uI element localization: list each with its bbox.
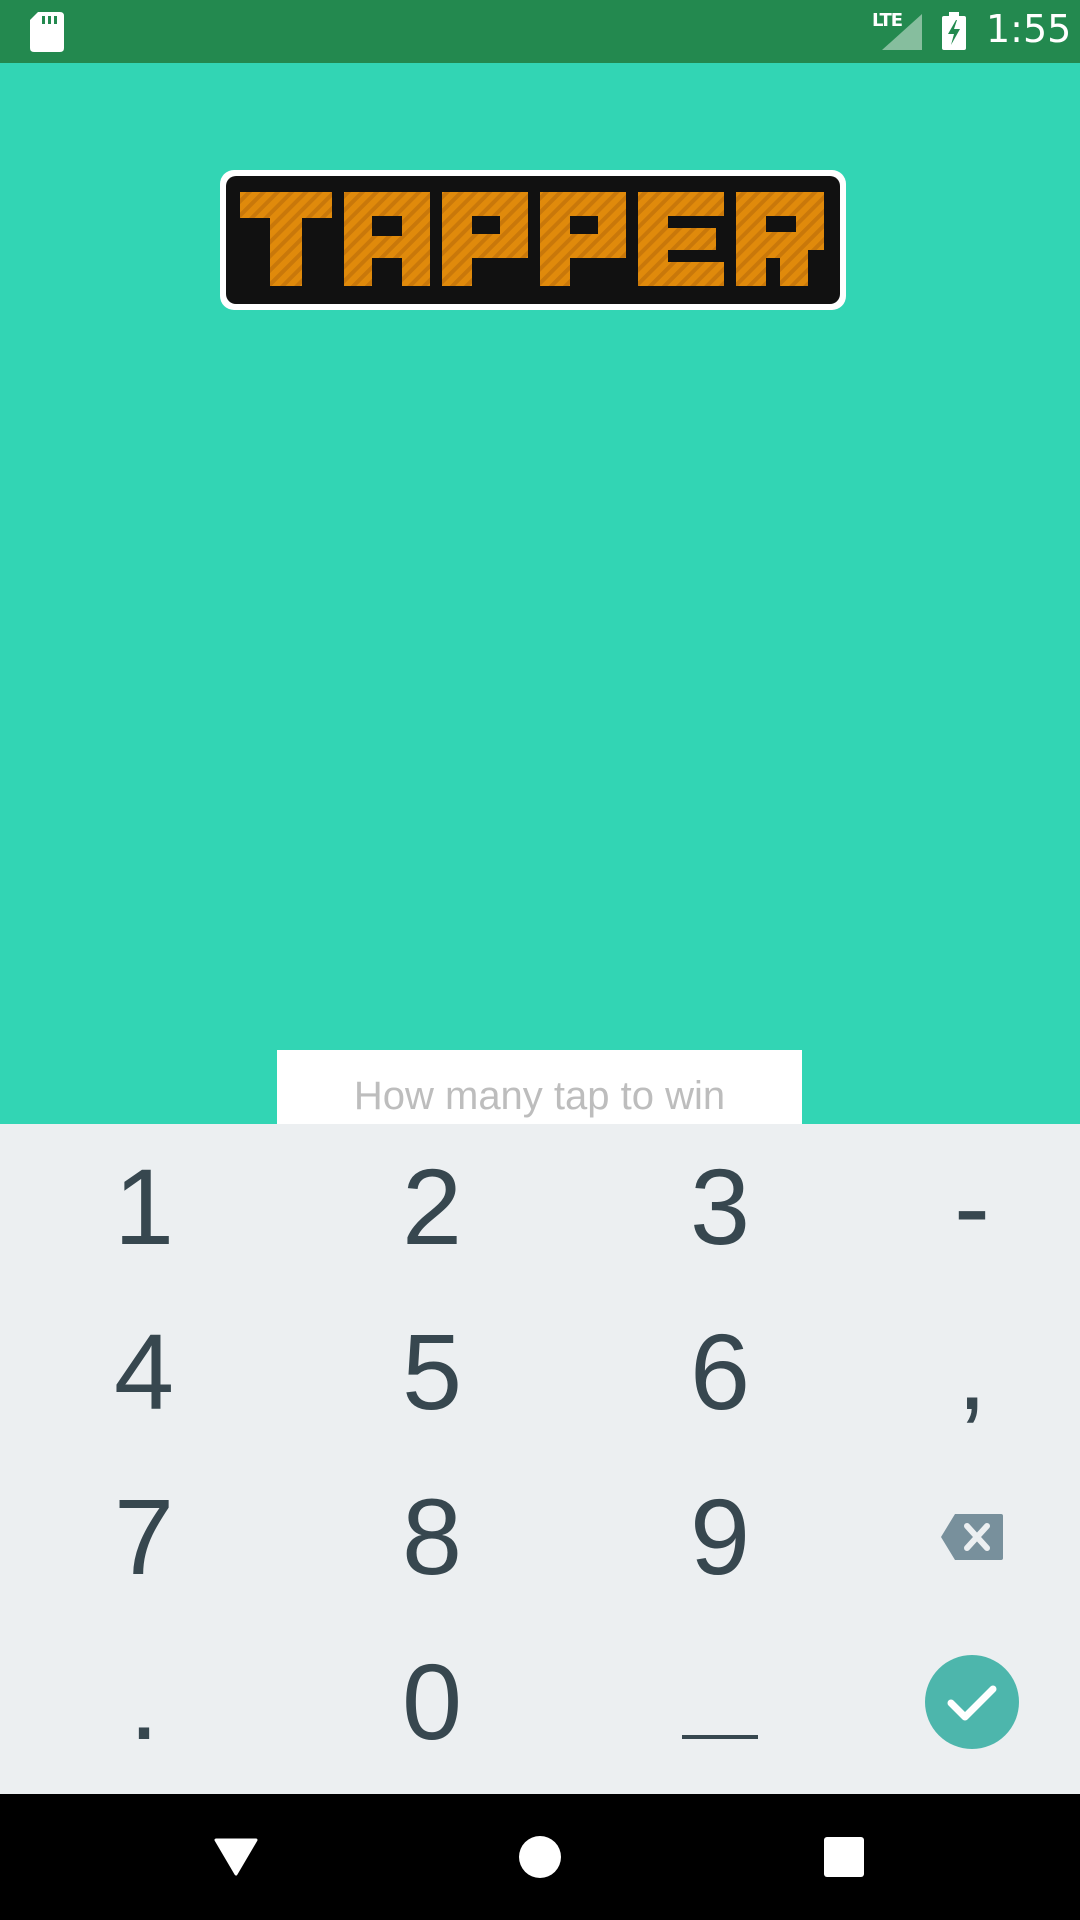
key-dot[interactable]: . bbox=[9, 1619, 279, 1784]
signal-icon bbox=[882, 14, 922, 50]
key-9[interactable]: 9 bbox=[585, 1454, 855, 1619]
navigation-bar bbox=[0, 1794, 1080, 1920]
key-comma[interactable]: , bbox=[837, 1289, 1080, 1454]
key-7[interactable]: 7 bbox=[9, 1454, 279, 1619]
key-label: 1 bbox=[113, 1146, 175, 1267]
home-icon bbox=[519, 1836, 561, 1878]
key-label: 4 bbox=[113, 1311, 175, 1432]
key-backspace[interactable] bbox=[837, 1454, 1080, 1619]
key-1[interactable]: 1 bbox=[9, 1124, 279, 1289]
battery-charging-icon bbox=[942, 12, 966, 50]
tap-count-input[interactable] bbox=[277, 1050, 802, 1124]
key-label: - bbox=[954, 1146, 990, 1267]
key-label: 2 bbox=[401, 1146, 463, 1267]
recents-button[interactable] bbox=[784, 1794, 904, 1920]
space-icon bbox=[682, 1734, 758, 1739]
back-icon bbox=[214, 1838, 258, 1876]
clock: 1:55 bbox=[986, 7, 1072, 51]
key-label: 8 bbox=[401, 1476, 463, 1597]
backspace-icon bbox=[941, 1513, 1003, 1560]
key-8[interactable]: 8 bbox=[297, 1454, 567, 1619]
key-label: 7 bbox=[113, 1476, 175, 1597]
key-5[interactable]: 5 bbox=[297, 1289, 567, 1454]
key-3[interactable]: 3 bbox=[585, 1124, 855, 1289]
key-dash[interactable]: - bbox=[837, 1124, 1080, 1289]
sd-card-icon bbox=[30, 12, 64, 52]
key-label: , bbox=[956, 1311, 987, 1432]
home-button[interactable] bbox=[480, 1794, 600, 1920]
key-label: 6 bbox=[689, 1311, 751, 1432]
key-0[interactable]: 0 bbox=[297, 1619, 567, 1784]
key-6[interactable]: 6 bbox=[585, 1289, 855, 1454]
key-done[interactable] bbox=[837, 1619, 1080, 1784]
key-label: 5 bbox=[401, 1311, 463, 1432]
done-check-icon bbox=[925, 1654, 1019, 1749]
numeric-keyboard: 1 2 3 - 4 5 6 , 7 8 9 . 0 bbox=[0, 1124, 1080, 1794]
logo-title: TAPPER bbox=[216, 166, 217, 167]
app-logo: TAPPER bbox=[216, 166, 850, 314]
back-button[interactable] bbox=[176, 1794, 296, 1920]
key-label: 3 bbox=[689, 1146, 751, 1267]
key-space[interactable] bbox=[585, 1619, 855, 1784]
recents-icon bbox=[824, 1837, 864, 1877]
key-label: 9 bbox=[689, 1476, 751, 1597]
key-label: . bbox=[128, 1641, 159, 1762]
key-4[interactable]: 4 bbox=[9, 1289, 279, 1454]
key-2[interactable]: 2 bbox=[297, 1124, 567, 1289]
key-label: 0 bbox=[401, 1641, 463, 1762]
logo-graphic bbox=[220, 170, 846, 310]
status-bar: LTE 1:55 bbox=[0, 0, 1080, 63]
